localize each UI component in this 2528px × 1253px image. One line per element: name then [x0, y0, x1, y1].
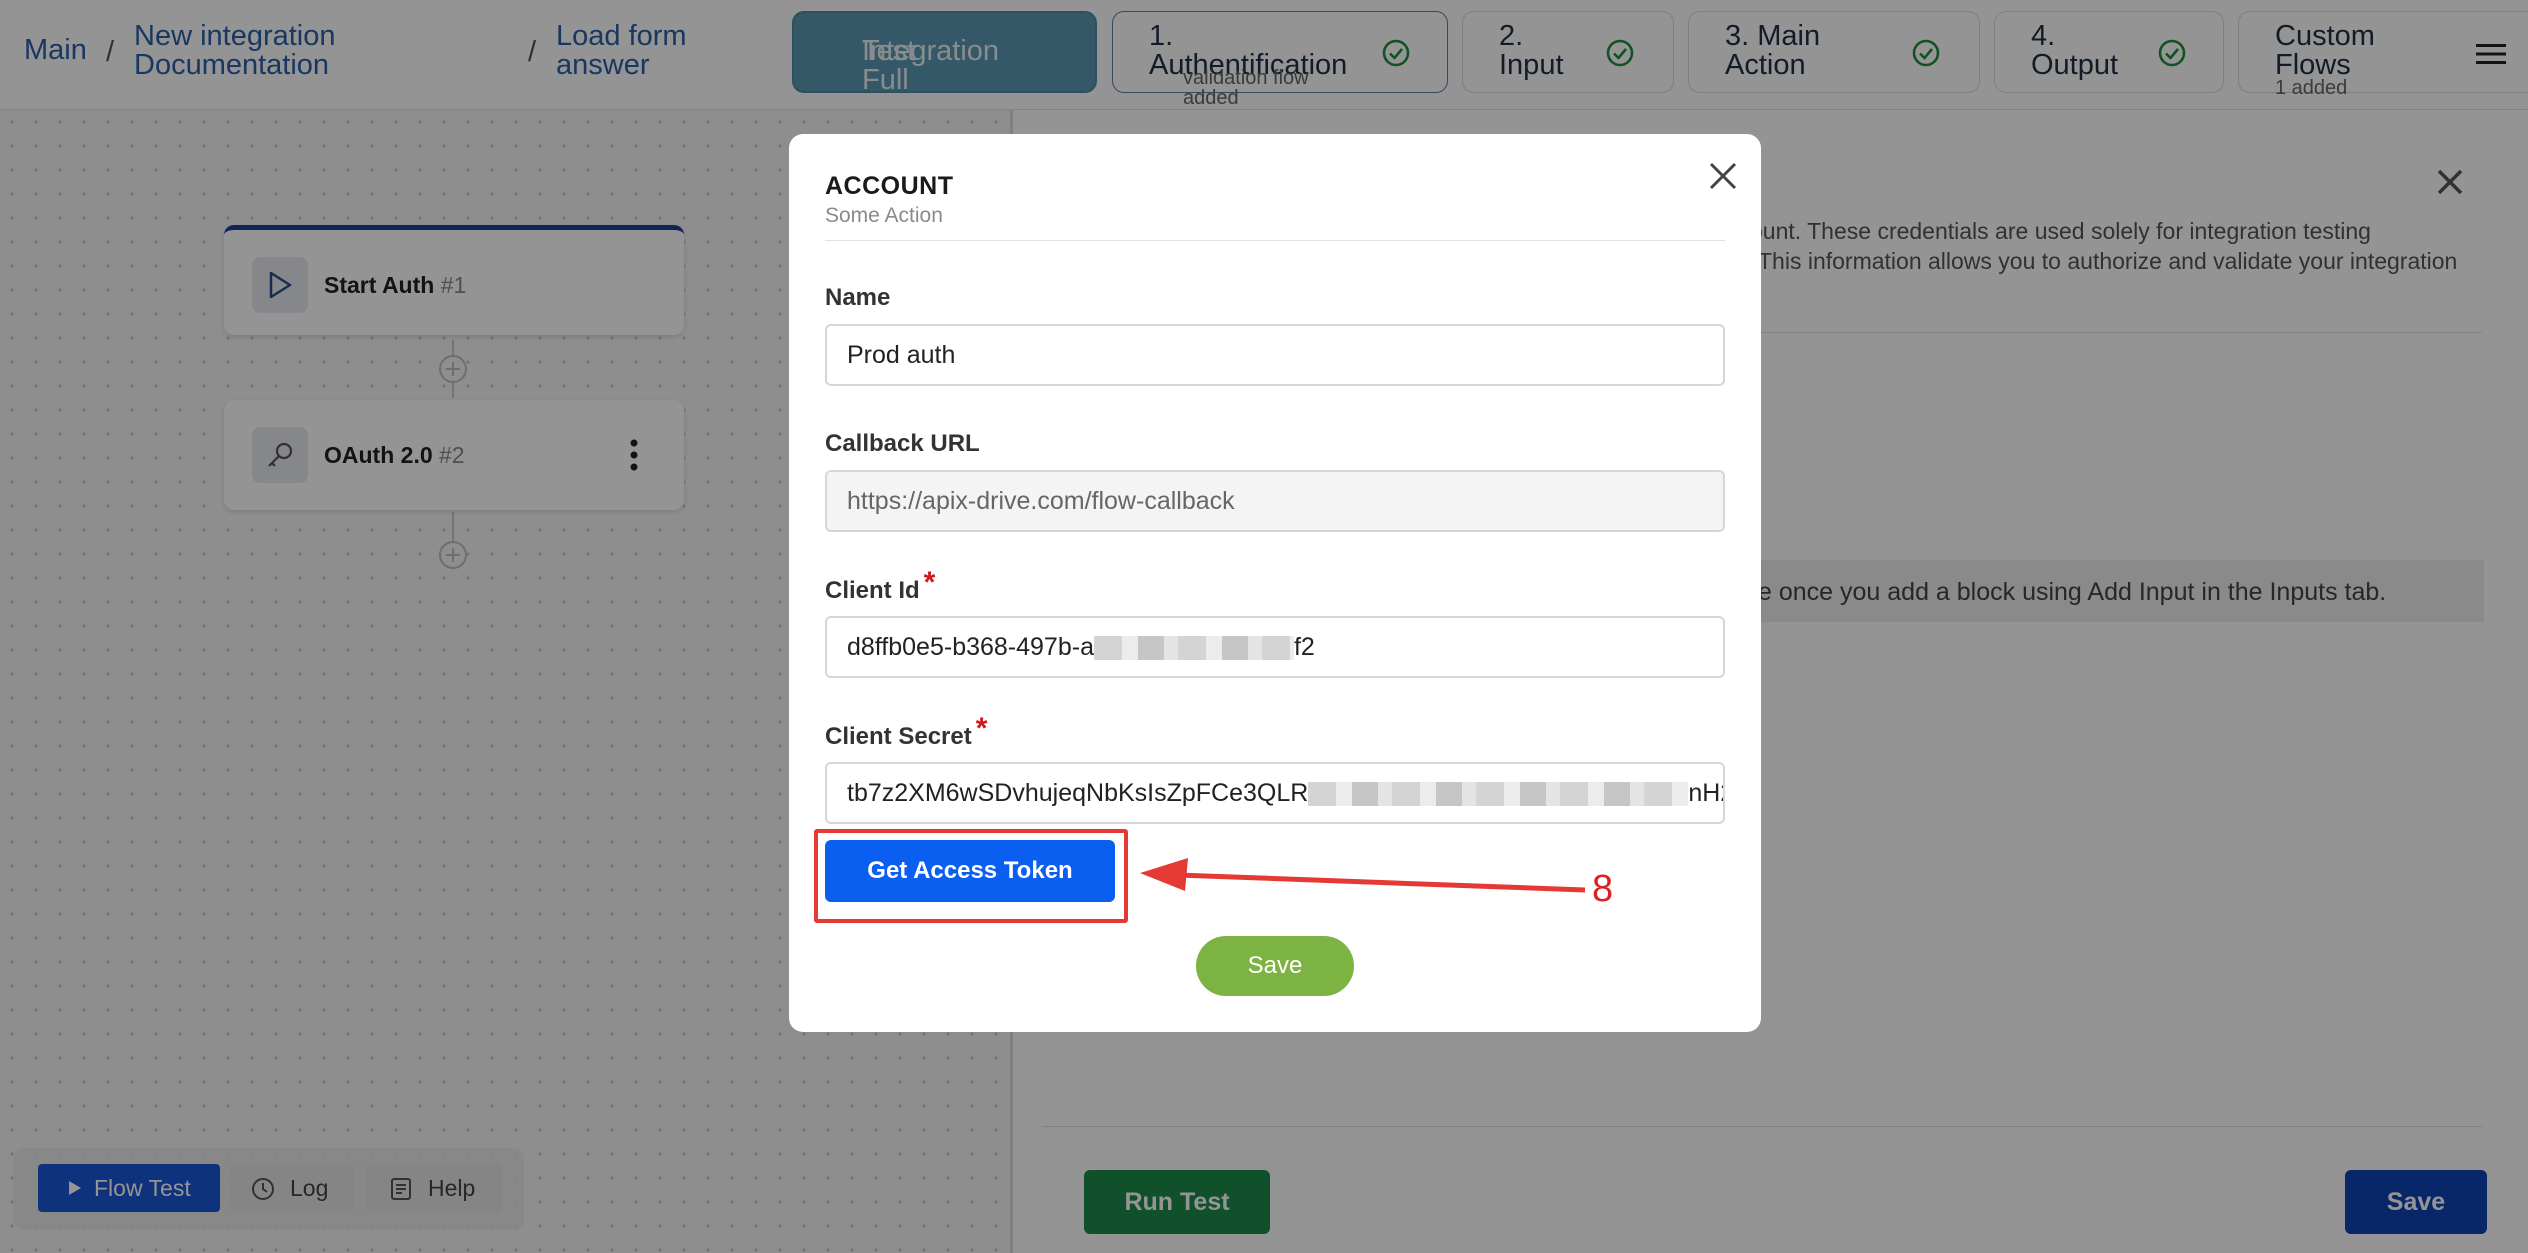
- annotation-arrow-icon: [1140, 858, 1586, 893]
- name-label: Name: [825, 284, 891, 311]
- client-id-label-text: Client Id: [825, 577, 920, 604]
- client-secret-label-text: Client Secret: [825, 723, 972, 750]
- highlight-box: [814, 829, 1128, 923]
- required-mark: *: [923, 566, 936, 599]
- close-icon[interactable]: [1705, 158, 1741, 194]
- redacted-blur: [1308, 782, 1689, 807]
- client-id-value-end: f2: [1293, 633, 1315, 661]
- client-secret-label: Client Secret *: [825, 712, 987, 752]
- client-secret-field[interactable]: tb7z2XM6wSDvhujeqNbKsIsZpFCe3QLR nH2: [825, 762, 1725, 824]
- callback-url-field[interactable]: https://apix-drive.com/flow-callback: [825, 470, 1725, 532]
- client-secret-value-start: tb7z2XM6wSDvhujeqNbKsIsZpFCe3QLR: [847, 779, 1309, 807]
- modal-title: ACCOUNT: [825, 172, 954, 200]
- modal-divider: [825, 240, 1725, 241]
- modal-save-button[interactable]: Save: [1196, 936, 1354, 996]
- client-id-field[interactable]: d8ffb0e5-b368-497b-a f2: [825, 616, 1725, 678]
- client-secret-value-end: nH2: [1688, 779, 1723, 807]
- name-field[interactable]: Prod auth: [825, 324, 1725, 386]
- redacted-blur: [1093, 636, 1294, 661]
- modal-subtitle: Some Action: [825, 204, 943, 227]
- client-id-label: Client Id *: [825, 566, 935, 606]
- callback-url-label: Callback URL: [825, 430, 980, 457]
- client-id-value-start: d8ffb0e5-b368-497b-a: [847, 633, 1094, 661]
- required-mark: *: [975, 712, 988, 745]
- annotation-step-number: 8: [1592, 868, 1614, 910]
